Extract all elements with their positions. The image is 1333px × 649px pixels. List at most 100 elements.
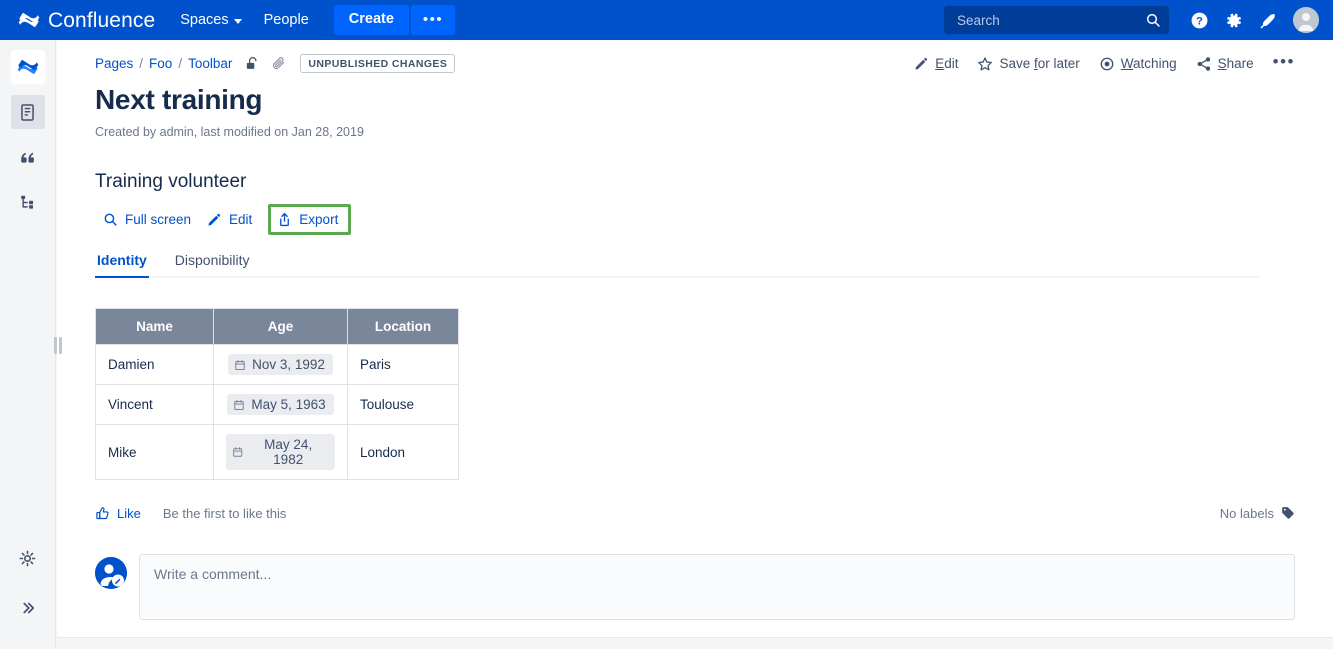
like-hint-text: Be the first to like this	[163, 506, 287, 521]
column-header-location[interactable]: Location	[348, 309, 459, 345]
volunteer-table: Name Age Location Damien	[95, 308, 459, 480]
page-restrictions-button[interactable]	[244, 56, 259, 71]
breadcrumb-separator: /	[178, 56, 182, 71]
breadcrumb-item-toolbar[interactable]: Toolbar	[188, 56, 232, 71]
sidebar-item-space-home[interactable]	[11, 50, 45, 84]
labels-button[interactable]: No labels	[1220, 506, 1295, 521]
sidebar-item-pages[interactable]	[11, 95, 45, 129]
share-button[interactable]: Share	[1196, 56, 1254, 72]
pages-document-icon	[18, 103, 37, 122]
breadcrumb-item-pages[interactable]: Pages	[95, 56, 133, 71]
resize-grip-bar	[59, 337, 62, 354]
profile-avatar[interactable]	[1293, 7, 1319, 33]
breadcrumb-separator: /	[139, 56, 143, 71]
labels-text: No labels	[1220, 506, 1274, 521]
table-body: Damien Nov 3, 1992 Paris	[96, 345, 459, 480]
page-actions-more-button[interactable]: •••	[1273, 53, 1295, 75]
nav-item-spaces-label: Spaces	[180, 12, 228, 28]
column-header-age[interactable]: Age	[214, 309, 348, 345]
quote-blog-icon	[18, 148, 37, 167]
help-button[interactable]: ?	[1183, 4, 1215, 36]
search-box[interactable]	[944, 6, 1169, 34]
macro-edit-button[interactable]: Edit	[199, 207, 260, 232]
sidebar-expand-button[interactable]	[11, 591, 45, 625]
cell-name: Vincent	[96, 385, 214, 425]
svg-text:?: ?	[1196, 15, 1203, 27]
table-header-row: Name Age Location	[96, 309, 459, 345]
export-button[interactable]: Export	[268, 204, 351, 235]
edit-page-button[interactable]: Edit	[914, 56, 958, 71]
save-for-later-button[interactable]: Save for later	[977, 56, 1079, 72]
page-tree-icon	[18, 193, 37, 212]
page-actions-group: Edit Save for later Watching	[914, 53, 1295, 75]
create-more-button[interactable]: •••	[411, 5, 455, 36]
date-chip[interactable]: May 24, 1982	[226, 434, 335, 470]
status-badge-unpublished: UNPUBLISHED CHANGES	[300, 54, 455, 73]
tag-icon	[1281, 506, 1295, 520]
cell-name: Mike	[96, 425, 214, 480]
person-silhouette-icon	[1293, 7, 1319, 33]
settings-button[interactable]	[1217, 4, 1249, 36]
watching-button[interactable]: Watching	[1099, 56, 1177, 72]
confluence-brand-text: Confluence	[48, 10, 155, 31]
confluence-logo-icon	[18, 9, 40, 31]
nav-item-people-label: People	[264, 12, 309, 28]
space-sidebar-rail	[0, 40, 56, 649]
magnifier-icon	[103, 212, 118, 227]
nav-item-people[interactable]: People	[255, 6, 318, 34]
bell-icon	[1258, 11, 1277, 30]
macro-body: Training volunteer Full screen Edit	[57, 171, 1333, 620]
confluence-space-logo-icon	[17, 56, 39, 78]
sidebar-item-space-settings[interactable]	[11, 541, 45, 575]
paperclip-icon	[271, 56, 286, 71]
sidebar-item-blog[interactable]	[11, 140, 45, 174]
full-screen-label: Full screen	[125, 212, 191, 227]
cell-age: May 5, 1963	[214, 385, 348, 425]
comment-row: Write a comment...	[95, 554, 1295, 620]
date-chip-label: May 24, 1982	[249, 437, 327, 467]
like-label: Like	[117, 506, 141, 521]
macro-edit-label: Edit	[229, 212, 252, 227]
edit-page-label: Edit	[935, 56, 958, 71]
current-user-avatar[interactable]	[95, 557, 127, 589]
date-chip[interactable]: Nov 3, 1992	[228, 354, 333, 375]
confluence-home-link[interactable]: Confluence	[0, 0, 169, 40]
table-row: Damien Nov 3, 1992 Paris	[96, 345, 459, 385]
macro-tabs: Identity Disponibility	[95, 248, 1259, 278]
gear-icon	[1224, 11, 1243, 30]
like-button[interactable]: Like	[95, 506, 141, 521]
page-attachments-button[interactable]	[271, 56, 286, 71]
date-chip-label: Nov 3, 1992	[252, 357, 325, 372]
date-chip-label: May 5, 1963	[251, 397, 325, 412]
column-header-name[interactable]: Name	[96, 309, 214, 345]
gear-icon	[18, 549, 37, 568]
breadcrumb-item-foo[interactable]: Foo	[149, 56, 172, 71]
person-edit-avatar-icon	[95, 557, 127, 589]
tab-disponibility[interactable]: Disponibility	[173, 248, 252, 276]
search-input[interactable]	[955, 12, 1145, 29]
page-metadata: Created by admin, last modified on Jan 2…	[95, 125, 1295, 139]
table-row: Mike May 24, 1982 London	[96, 425, 459, 480]
nav-item-spaces[interactable]: Spaces	[171, 6, 250, 34]
breadcrumb-row: Pages / Foo / Toolbar UNPUBLISHED CHANGE…	[57, 40, 1333, 70]
sidebar-bottom-group	[11, 541, 45, 649]
comment-input[interactable]: Write a comment...	[139, 554, 1295, 620]
full-screen-button[interactable]: Full screen	[95, 207, 199, 232]
tab-identity[interactable]: Identity	[95, 248, 149, 276]
sidebar-item-page-tree[interactable]	[11, 185, 45, 219]
chevron-double-right-icon	[19, 599, 37, 617]
page-title: Next training	[95, 84, 1295, 116]
help-icon: ?	[1190, 11, 1209, 30]
star-icon	[977, 56, 993, 72]
create-button[interactable]: Create	[334, 5, 409, 35]
calendar-icon	[234, 359, 246, 371]
date-chip[interactable]: May 5, 1963	[227, 394, 333, 415]
notifications-button[interactable]	[1251, 4, 1283, 36]
chevron-down-icon	[234, 19, 242, 24]
top-nav-right-group: ?	[944, 4, 1333, 36]
calendar-icon	[232, 446, 243, 458]
page-bottom-strip	[57, 637, 1333, 649]
sidebar-resize-handle[interactable]	[52, 333, 64, 357]
pencil-icon	[914, 56, 929, 71]
cell-location: Toulouse	[348, 385, 459, 425]
